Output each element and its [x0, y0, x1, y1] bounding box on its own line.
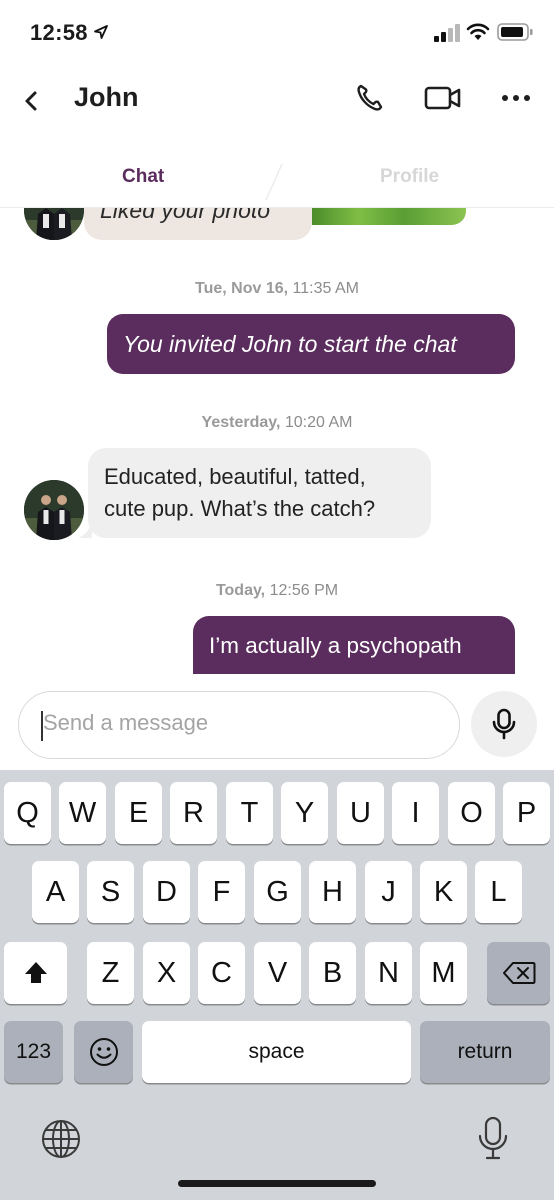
timestamp-time: 11:35 AM — [292, 280, 359, 297]
timestamp: Yesterday, 10:20 AM — [0, 414, 554, 432]
key-y[interactable]: Y — [281, 782, 328, 844]
key-w[interactable]: W — [59, 782, 106, 844]
key-t[interactable]: T — [226, 782, 273, 844]
key-f[interactable]: F — [198, 861, 245, 923]
timestamp-day: Yesterday, — [201, 414, 281, 431]
key-u[interactable]: U — [337, 782, 384, 844]
emoji-key[interactable] — [74, 1021, 133, 1083]
emoji-icon — [89, 1038, 118, 1066]
back-chevron-icon[interactable] — [18, 86, 44, 116]
tab-chat[interactable]: Chat — [122, 166, 164, 188]
voice-message-button[interactable] — [471, 691, 537, 757]
dictation-mic-icon[interactable] — [478, 1116, 508, 1162]
outgoing-message[interactable]: You invited John to start the chat — [107, 314, 515, 374]
nav-bar: John — [0, 66, 554, 136]
key-d[interactable]: D — [143, 861, 190, 923]
key-l[interactable]: L — [475, 861, 522, 923]
composer: Send a message — [0, 674, 554, 770]
location-arrow-icon — [94, 25, 108, 39]
message-text: You invited John to start the chat — [123, 331, 457, 357]
avatar-photo — [24, 480, 84, 540]
key-g[interactable]: G — [254, 861, 301, 923]
avatar[interactable] — [24, 480, 84, 540]
tab-divider — [265, 163, 283, 201]
return-key[interactable]: return — [420, 1021, 550, 1083]
status-time: 12:58 — [30, 20, 88, 45]
phone-icon[interactable] — [354, 82, 386, 114]
numbers-key[interactable]: 123 — [4, 1021, 63, 1083]
battery-icon — [497, 23, 533, 41]
space-key[interactable]: space — [142, 1021, 411, 1083]
chat-title: John — [74, 82, 139, 112]
timestamp-day: Today, — [215, 582, 266, 599]
key-x[interactable]: X — [143, 942, 190, 1004]
key-k[interactable]: K — [420, 861, 467, 923]
message-text-line: cute pup. What’s the catch? — [104, 496, 376, 521]
liked-photo-text: Liked your photo — [100, 208, 271, 223]
message-list[interactable]: Liked your photo Tue, Nov 16, 11:35 AM Y… — [0, 208, 554, 674]
message-text: I’m actually a psychopath — [209, 633, 462, 658]
key-e[interactable]: E — [115, 782, 162, 844]
signal-icon — [434, 24, 460, 42]
key-q[interactable]: Q — [4, 782, 51, 844]
video-call-icon[interactable] — [424, 83, 462, 113]
key-p[interactable]: P — [503, 782, 550, 844]
incoming-message[interactable]: Educated, beautiful, tatted, cute pup. W… — [88, 448, 431, 538]
key-v[interactable]: V — [254, 942, 301, 1004]
backspace-icon — [502, 962, 535, 984]
status-bar: 12:58 — [0, 0, 554, 66]
key-z[interactable]: Z — [87, 942, 134, 1004]
outgoing-message[interactable]: I’m actually a psychopath — [193, 616, 515, 674]
avatar-photo — [24, 208, 84, 240]
timestamp: Today, 12:56 PM — [0, 582, 554, 600]
liked-photo-thumbnail[interactable] — [312, 208, 466, 225]
key-c[interactable]: C — [198, 942, 245, 1004]
key-s[interactable]: S — [87, 861, 134, 923]
key-j[interactable]: J — [365, 861, 412, 923]
delete-key[interactable] — [487, 942, 550, 1004]
shift-arrow-icon — [24, 962, 47, 983]
key-m[interactable]: M — [420, 942, 467, 1004]
key-r[interactable]: R — [170, 782, 217, 844]
message-input-placeholder: Send a message — [43, 710, 209, 735]
globe-icon[interactable] — [40, 1118, 82, 1160]
avatar[interactable] — [24, 208, 84, 240]
keyboard: Q W E R T Y U I O P A S D F G H J K L Z … — [0, 770, 554, 1200]
wifi-icon — [466, 23, 490, 40]
key-o[interactable]: O — [448, 782, 495, 844]
home-indicator — [178, 1180, 376, 1187]
key-h[interactable]: H — [309, 861, 356, 923]
key-b[interactable]: B — [309, 942, 356, 1004]
key-a[interactable]: A — [32, 861, 79, 923]
tab-profile[interactable]: Profile — [380, 166, 439, 188]
timestamp-time: 12:56 PM — [269, 582, 339, 599]
key-n[interactable]: N — [365, 942, 412, 1004]
message-input[interactable]: Send a message — [18, 691, 460, 759]
timestamp: Tue, Nov 16, 11:35 AM — [0, 280, 554, 298]
timestamp-time: 10:20 AM — [284, 414, 353, 431]
timestamp-day: Tue, Nov 16, — [195, 280, 289, 297]
key-i[interactable]: I — [392, 782, 439, 844]
shift-key[interactable] — [4, 942, 67, 1004]
tab-bar: Chat Profile — [0, 150, 554, 208]
more-dots-icon[interactable] — [499, 86, 533, 110]
microphone-icon — [492, 708, 516, 740]
message-text-line: Educated, beautiful, tatted, — [104, 464, 366, 489]
